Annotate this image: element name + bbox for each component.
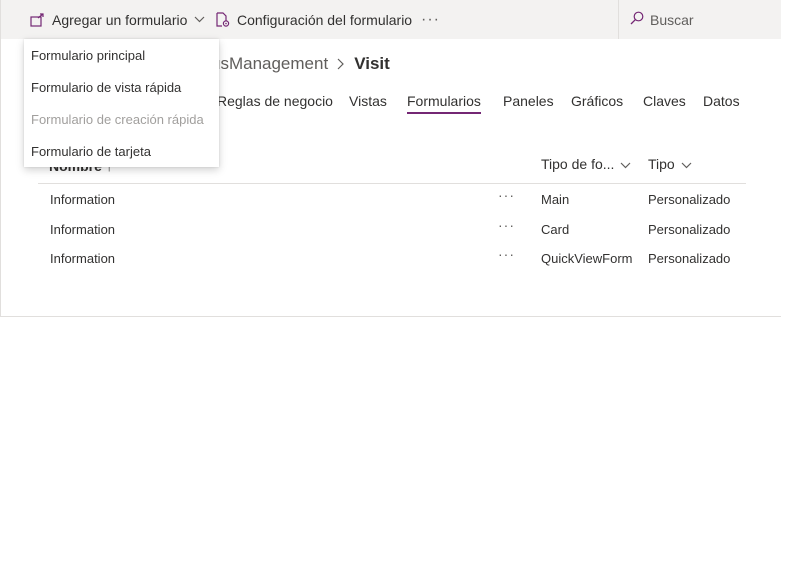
column-header-type[interactable]: Tipo [648, 156, 692, 172]
chevron-down-icon [681, 156, 692, 172]
breadcrumb: usManagement Visit [211, 52, 390, 76]
add-form-menu: Formulario principal Formulario de vista… [24, 39, 219, 167]
chevron-down-icon [194, 16, 205, 23]
row-more-button[interactable]: ··· [498, 187, 515, 203]
more-commands-button[interactable]: ··· [421, 0, 440, 39]
tab-keys[interactable]: Claves [643, 93, 686, 109]
form-settings-button[interactable]: Configuración del formulario [215, 0, 412, 39]
form-settings-label: Configuración del formulario [237, 11, 413, 28]
app-frame: Agregar un formulario Configuración del … [0, 0, 781, 317]
tab-views[interactable]: Vistas [349, 93, 387, 109]
column-header-form-type-label: Tipo de fo... [541, 156, 615, 172]
row-name[interactable]: Information [50, 222, 115, 237]
table-row[interactable]: Information ··· Main Personalizado [38, 185, 746, 214]
row-name[interactable]: Information [50, 251, 115, 266]
row-form-type: Card [541, 222, 570, 237]
row-form-type: Main [541, 192, 570, 207]
breadcrumb-current: Visit [354, 54, 390, 73]
row-more-button[interactable]: ··· [498, 246, 515, 262]
tab-business-rules[interactable]: Reglas de negocio [217, 93, 333, 109]
chevron-right-icon [337, 58, 345, 70]
add-form-button[interactable]: Agregar un formulario [30, 0, 205, 39]
row-form-type: QuickViewForm [541, 251, 633, 266]
search-placeholder: Buscar [650, 11, 694, 28]
chevron-down-icon [620, 156, 631, 172]
menu-item-card-form[interactable]: Formulario de tarjeta [31, 144, 151, 159]
column-header-form-type[interactable]: Tipo de fo... [541, 156, 631, 172]
column-header-type-label: Tipo [648, 156, 675, 172]
table-row[interactable]: Information ··· Card Personalizado [38, 215, 746, 244]
tab-dashboards[interactable]: Paneles [503, 93, 554, 109]
row-type: Personalizado [648, 251, 731, 266]
add-form-icon [30, 12, 45, 27]
breadcrumb-parent[interactable]: usManagement [211, 54, 328, 74]
menu-item-quick-create-form: Formulario de creación rápida [31, 112, 204, 127]
row-name[interactable]: Information [50, 192, 115, 207]
row-type: Personalizado [648, 222, 731, 237]
row-type: Personalizado [648, 192, 731, 207]
tab-data[interactable]: Datos [703, 93, 740, 109]
menu-item-main-form[interactable]: Formulario principal [31, 48, 145, 63]
menu-item-quick-view-form[interactable]: Formulario de vista rápida [31, 80, 181, 95]
row-more-button[interactable]: ··· [498, 217, 515, 233]
tab-charts[interactable]: Gráficos [571, 93, 623, 109]
form-settings-icon [215, 12, 230, 27]
table-row[interactable]: Information ··· QuickViewForm Personaliz… [38, 244, 746, 273]
command-bar: Agregar un formulario Configuración del … [1, 0, 781, 39]
tab-forms[interactable]: Formularios [407, 93, 481, 114]
add-form-label: Agregar un formulario [52, 11, 188, 28]
search-icon [630, 11, 644, 28]
search-box[interactable]: Buscar [618, 0, 782, 39]
